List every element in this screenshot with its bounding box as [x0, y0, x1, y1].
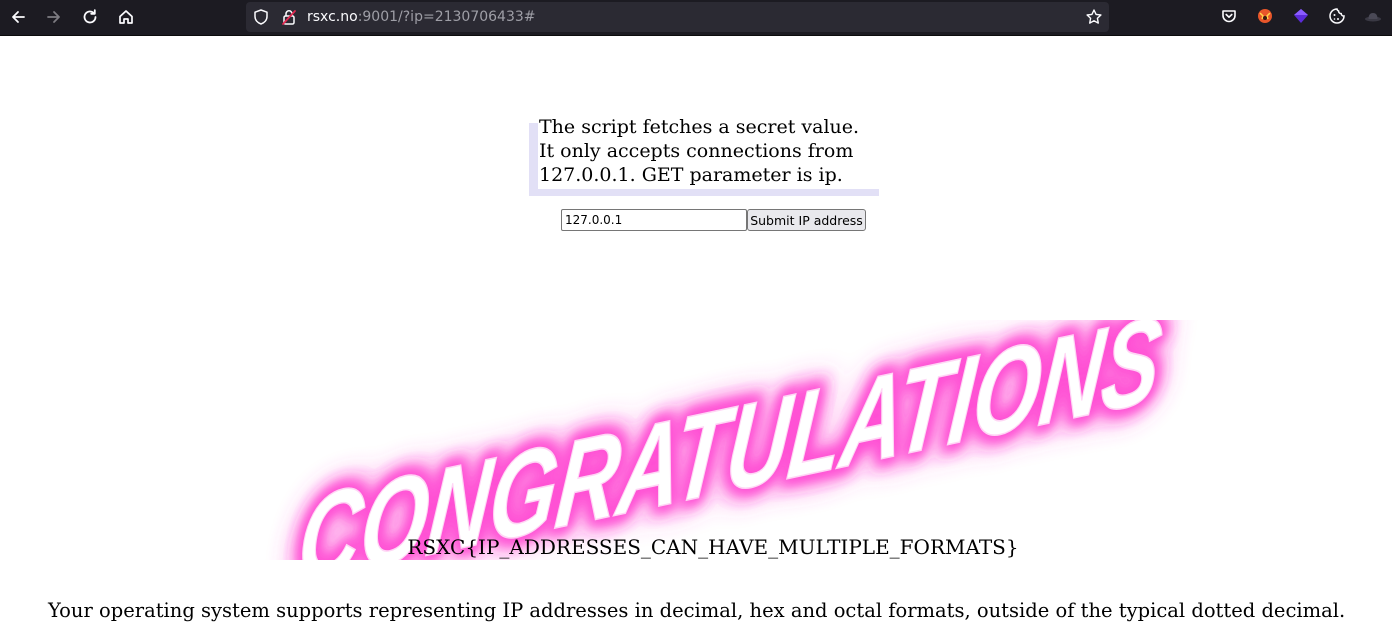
ip-address-input[interactable] [561, 209, 747, 231]
home-icon [119, 10, 133, 24]
reload-button[interactable] [76, 4, 104, 30]
extension-purple-icon[interactable] [1291, 6, 1311, 26]
back-arrow-icon [12, 11, 25, 23]
extension-hat-icon[interactable] [1363, 6, 1383, 26]
description-text: The script fetches a secret value. It on… [539, 116, 860, 186]
url-path: :9001/?ip=2130706433# [357, 9, 536, 25]
back-button[interactable] [4, 4, 32, 30]
bookmark-star-icon[interactable] [1085, 8, 1103, 31]
tracking-shield-icon[interactable] [252, 8, 270, 31]
flag-text: RSXC{IP_ADDRESSES_CAN_HAVE_MULTIPLE_FORM… [407, 535, 1019, 559]
forward-button[interactable] [40, 4, 68, 30]
url-bar[interactable]: rsxc.no:9001/?ip=2130706433# [246, 2, 1109, 32]
insecure-lock-icon[interactable] [280, 8, 298, 31]
home-button[interactable] [112, 4, 140, 30]
extension-fox-icon[interactable] [1255, 6, 1275, 26]
url-host: rsxc.no [307, 9, 358, 25]
congrats-text: CONGRATULATIONS [292, 320, 1167, 560]
reload-icon [83, 9, 97, 24]
congratulations-neon-image: CONGRATULATIONS CONGRATULATIONS [287, 320, 1172, 560]
cookie-icon[interactable] [1327, 6, 1347, 26]
explanation-text: Your operating system supports represent… [48, 599, 1346, 622]
submit-ip-button[interactable]: Submit IP address [747, 209, 866, 231]
pocket-icon[interactable] [1219, 6, 1239, 26]
browser-toolbar: rsxc.no:9001/?ip=2130706433# [0, 0, 1392, 36]
url-text[interactable]: rsxc.no:9001/?ip=2130706433# [307, 8, 536, 26]
forward-arrow-icon [47, 11, 60, 23]
